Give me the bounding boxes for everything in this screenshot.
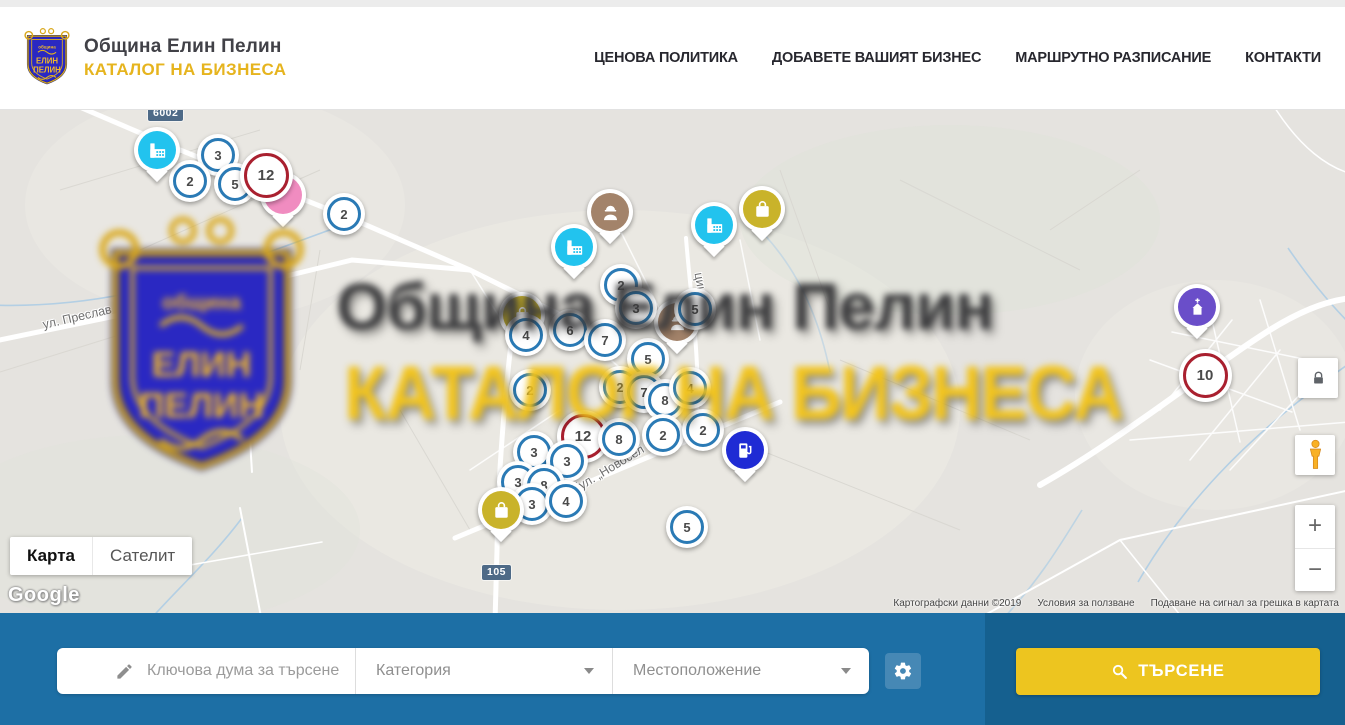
google-logo[interactable]: Google [8, 584, 80, 607]
location-select-label: Местоположение [633, 662, 841, 680]
nav-item-contacts[interactable]: КОНТАКТИ [1245, 50, 1321, 66]
pencil-icon [115, 662, 134, 681]
brand-logo[interactable]: община ЕЛИН ПЕЛИН Община Елин Пелин КАТА… [22, 27, 286, 89]
nav-item-pricing[interactable]: ЦЕНОВА ПОЛИТИКА [594, 50, 738, 66]
zoom-in-button[interactable]: + [1295, 505, 1335, 549]
brand-subtitle: КАТАЛОГ НА БИЗНЕСА [84, 60, 286, 80]
cluster-marker[interactable]: 10 [1179, 349, 1232, 402]
category-select[interactable]: Категория [355, 648, 612, 694]
search-field-group: Категория Местоположение [57, 648, 869, 694]
main-nav: ЦЕНОВА ПОЛИТИКА ДОБАВЕТЕ ВАШИЯТ БИЗНЕС М… [594, 50, 1321, 66]
chevron-down-icon [584, 668, 594, 674]
search-button-label: ТЪРСЕНЕ [1138, 662, 1224, 681]
map-attribution: Картографски данни ©2019 Условия за полз… [893, 598, 1339, 609]
search-icon [1111, 663, 1128, 680]
map-canvas[interactable]: 6002 105 ул. Преслав бул. „Новосел ции“ … [0, 110, 1345, 613]
chevron-down-icon [841, 668, 851, 674]
brand-text: Община Елин Пелин КАТАЛОГ НА БИЗНЕСА [84, 36, 286, 80]
map-type-control: Карта Сателит [10, 537, 192, 575]
zoom-out-button[interactable]: − [1295, 549, 1335, 592]
crest-name-line1: ЕЛИН [36, 56, 58, 65]
brand-title: Община Елин Пелин [84, 36, 286, 58]
keyword-input[interactable] [147, 662, 347, 680]
search-bar-right: ТЪРСЕНЕ [985, 613, 1345, 725]
search-bar-left: Категория Местоположение [0, 613, 985, 725]
map-copyright: Картографски данни ©2019 [893, 598, 1021, 609]
street-view-lock-control[interactable] [1298, 358, 1338, 398]
top-strip [0, 0, 1345, 7]
municipality-crest-icon: община ЕЛИН ПЕЛИН [22, 27, 72, 89]
lock-icon [1311, 371, 1326, 386]
crest-town-word: община [38, 43, 56, 49]
gear-icon [893, 661, 913, 681]
report-error-link[interactable]: Подаване на сигнал за грешка в картата [1151, 598, 1339, 609]
pegman-icon [1306, 439, 1325, 471]
search-bar: Категория Местоположение Т [0, 613, 1345, 725]
category-select-label: Категория [376, 662, 584, 680]
zoom-control: + − [1295, 505, 1335, 591]
advanced-settings-button[interactable] [885, 653, 921, 689]
nav-item-add-business[interactable]: ДОБАВЕТЕ ВАШИЯТ БИЗНЕС [772, 50, 981, 66]
terms-link[interactable]: Условия за ползване [1037, 598, 1134, 609]
nav-item-bus-schedule[interactable]: МАРШРУТНО РАЗПИСАНИЕ [1015, 50, 1211, 66]
cluster-count: 10 [1197, 367, 1214, 384]
map-type-satellite-button[interactable]: Сателит [92, 537, 192, 575]
crest-name-line2: ПЕЛИН [33, 65, 61, 74]
page: община ЕЛИН ПЕЛИН Община Елин Пелин КАТА… [0, 0, 1345, 725]
location-select[interactable]: Местоположение [612, 648, 869, 694]
pegman-control[interactable] [1295, 435, 1335, 475]
map-type-map-button[interactable]: Карта [10, 537, 92, 575]
keyword-field [57, 648, 355, 694]
markers-top-layer: 10 [0, 110, 1345, 613]
header: община ЕЛИН ПЕЛИН Община Елин Пелин КАТА… [0, 7, 1345, 110]
search-button[interactable]: ТЪРСЕНЕ [1016, 648, 1320, 695]
